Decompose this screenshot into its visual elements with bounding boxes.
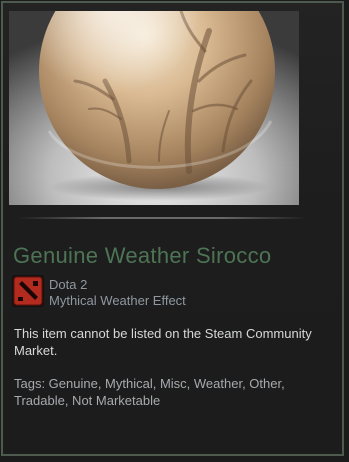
game-name: Dota 2 (49, 277, 88, 292)
sand-orb-image (9, 11, 299, 205)
item-type: Mythical Weather Effect (49, 293, 186, 308)
item-name: Genuine Weather Sirocco (13, 243, 272, 268)
item-description: This item cannot be listed on the Steam … (14, 326, 312, 358)
divider (17, 217, 307, 219)
item-tags: Tags: Genuine, Mythical, Misc, Weather, … (14, 376, 285, 408)
item-tooltip-card: Genuine Weather Sirocco Dota 2 Mythical … (1, 1, 344, 456)
dota2-logo-icon (12, 275, 44, 307)
item-image (9, 11, 299, 205)
